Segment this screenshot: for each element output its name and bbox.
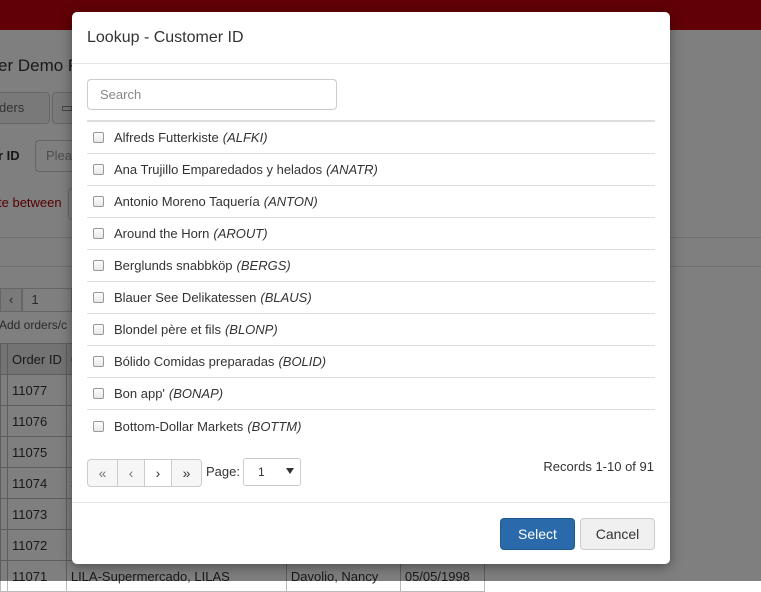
list-item[interactable]: Berglunds snabbköp (BERGS) <box>87 250 655 282</box>
list-item[interactable]: Blauer See Delikatessen (BLAUS) <box>87 282 655 314</box>
list-item[interactable]: Antonio Moreno Taquería (ANTON) <box>87 186 655 218</box>
item-checkbox[interactable] <box>93 292 104 303</box>
dialog-footer: Select Cancel <box>72 502 670 564</box>
item-id: (ALFKI) <box>222 130 268 145</box>
customer-list: Alfreds Futterkiste (ALFKI) Ana Trujillo … <box>87 120 655 442</box>
item-checkbox[interactable] <box>93 324 104 335</box>
list-item[interactable]: Bólido Comidas preparadas (BOLID) <box>87 346 655 378</box>
lookup-dialog: Lookup - Customer ID Alfreds Futterkiste… <box>72 12 670 564</box>
item-id: (BOLID) <box>278 354 327 369</box>
page-select-value: 1 <box>258 465 265 479</box>
item-name: Bottom-Dollar Markets <box>114 418 244 434</box>
item-checkbox[interactable] <box>93 132 104 143</box>
item-id: (BONAP) <box>168 386 224 401</box>
prev-page-button[interactable]: ‹ <box>117 459 145 487</box>
item-name: Berglunds snabbköp <box>114 258 233 273</box>
item-name: Around the Horn <box>114 226 210 241</box>
caret-down-icon <box>286 468 294 474</box>
first-page-button[interactable]: « <box>87 459 118 487</box>
lookup-pager: « ‹ › » <box>87 459 202 487</box>
dialog-header: Lookup - Customer ID <box>72 12 670 64</box>
list-item[interactable]: Bottom-Dollar Markets (BOTTM) <box>87 410 655 442</box>
item-checkbox[interactable] <box>93 388 104 399</box>
item-name: Ana Trujillo Emparedados y helados <box>114 162 323 177</box>
item-id: (BLAUS) <box>260 290 312 305</box>
item-id: (BOTTM) <box>247 418 302 434</box>
last-page-button[interactable]: » <box>171 459 202 487</box>
list-item[interactable]: Blondel père et fils (BLONP) <box>87 314 655 346</box>
item-id: (ANATR) <box>326 162 378 177</box>
item-checkbox[interactable] <box>93 196 104 207</box>
list-item[interactable]: Around the Horn (AROUT) <box>87 218 655 250</box>
select-button[interactable]: Select <box>500 518 575 550</box>
item-checkbox[interactable] <box>93 228 104 239</box>
item-id: (AROUT) <box>213 226 268 241</box>
item-checkbox[interactable] <box>93 356 104 367</box>
item-id: (ANTON) <box>263 194 318 209</box>
page-select[interactable]: 1 <box>243 458 301 486</box>
next-page-button[interactable]: › <box>144 459 172 487</box>
item-name: Alfreds Futterkiste <box>114 130 219 145</box>
list-item[interactable]: Alfreds Futterkiste (ALFKI) <box>87 122 655 154</box>
item-name: Blondel père et fils <box>114 322 221 337</box>
page-label: Page: <box>206 464 240 479</box>
item-name: Antonio Moreno Taquería <box>114 194 260 209</box>
list-item[interactable]: Ana Trujillo Emparedados y helados (ANATR… <box>87 154 655 186</box>
records-count: Records 1-10 of 91 <box>543 459 654 474</box>
item-id: (BERGS) <box>236 258 291 273</box>
item-name: Bólido Comidas preparadas <box>114 354 275 369</box>
item-id: (BLONP) <box>224 322 278 337</box>
list-item[interactable]: Bon app' (BONAP) <box>87 378 655 410</box>
dialog-title: Lookup - Customer ID <box>87 29 244 46</box>
search-input[interactable] <box>87 79 337 110</box>
item-name: Blauer See Delikatessen <box>114 290 257 305</box>
item-name: Bon app' <box>114 386 165 401</box>
item-checkbox[interactable] <box>93 420 104 432</box>
cancel-button[interactable]: Cancel <box>580 518 655 550</box>
item-checkbox[interactable] <box>93 164 104 175</box>
item-checkbox[interactable] <box>93 260 104 271</box>
